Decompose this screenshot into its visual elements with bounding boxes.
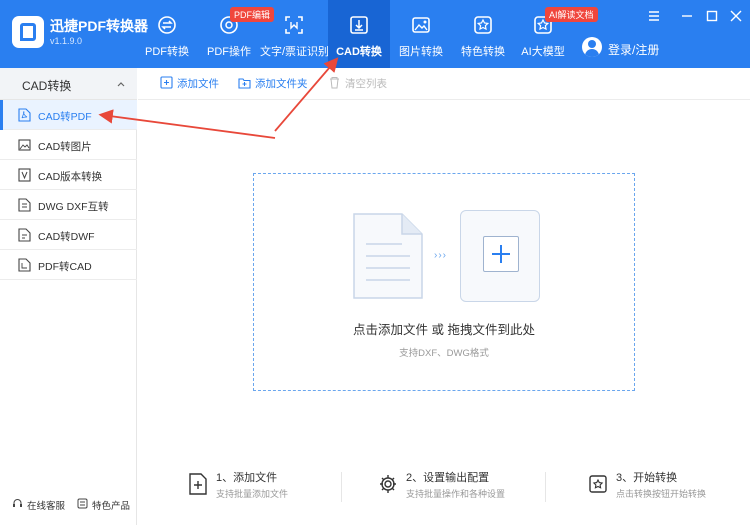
step-divider: [341, 472, 342, 502]
step-title: 3、开始转换: [616, 472, 678, 484]
version-icon: [18, 168, 31, 182]
tab-label: AI大模型: [521, 46, 565, 58]
step-title: 1、添加文件: [216, 472, 278, 484]
convert-icon: [589, 475, 607, 493]
sidebar-item-cad-version[interactable]: CAD版本转换: [0, 160, 137, 190]
tab-label: 特色转换: [461, 46, 505, 58]
clear-list-button[interactable]: 清空列表: [345, 76, 387, 92]
featured-products-link[interactable]: 特色产品: [92, 498, 130, 512]
tab-label: 图片转换: [399, 46, 443, 58]
add-file-button[interactable]: 添加文件: [177, 76, 219, 92]
pdf-convert-icon: [158, 16, 176, 34]
plus-icon: [483, 236, 519, 272]
sidebar-title: CAD转换: [22, 79, 72, 93]
dwg-file-icon: [18, 198, 31, 212]
add-file-box[interactable]: [460, 210, 540, 302]
sidebar-item-label: CAD转DWF: [38, 231, 95, 243]
sidebar-item-cad-to-dwf[interactable]: CAD转DWF: [0, 220, 137, 250]
step-desc: 点击转换按钮开始转换: [616, 489, 707, 499]
drop-zone-formats: 支持DXF、DWG格式: [399, 348, 489, 359]
step-title: 2、设置输出配置: [406, 472, 490, 484]
top-header-bar: 迅捷PDF转换器 v1.1.9.0 PDF转换 PDF操作 文字/票证识别 CA…: [0, 0, 750, 68]
tab-label: PDF操作: [207, 46, 251, 58]
app-version: v1.1.9.0: [50, 36, 83, 46]
avatar[interactable]: [582, 37, 602, 57]
add-folder-icon: [238, 78, 251, 89]
image-file-icon: [18, 139, 31, 151]
maximize-icon[interactable]: [705, 9, 719, 23]
tab-label: CAD转换: [336, 46, 382, 58]
sidebar-item-cad-to-pdf[interactable]: CAD转PDF: [0, 100, 137, 130]
minimize-icon[interactable]: [680, 9, 694, 23]
sidebar: CAD转换 CAD转PDF CAD转图片 CAD版本转换 DWG DXF互转 C…: [0, 68, 137, 525]
headset-icon: [13, 499, 22, 507]
add-file-icon: [189, 473, 207, 495]
tab-image-convert[interactable]: 图片转换: [390, 0, 452, 68]
sidebar-item-label: PDF转CAD: [38, 261, 92, 273]
cad-file-icon: [18, 258, 31, 272]
ai-doc-badge: AI解读文档: [545, 7, 598, 22]
sidebar-item-cad-to-image[interactable]: CAD转图片: [0, 130, 137, 160]
tab-cad-convert[interactable]: CAD转换: [328, 0, 390, 68]
special-convert-icon: [474, 16, 492, 34]
step-desc: 支持批量添加文件: [216, 489, 289, 499]
sidebar-item-label: DWG DXF互转: [38, 201, 109, 213]
tab-label: 文字/票证识别: [260, 46, 330, 58]
sidebar-header[interactable]: CAD转换: [0, 68, 137, 100]
online-support-link[interactable]: 在线客服: [27, 498, 65, 512]
tab-special-convert[interactable]: 特色转换: [452, 0, 514, 68]
trash-icon: [330, 77, 339, 89]
login-register-link[interactable]: 登录/注册: [608, 41, 659, 58]
drop-zone-text: 点击添加文件 或 拖拽文件到此处: [353, 323, 535, 337]
pdf-file-icon: [18, 108, 31, 122]
add-file-icon: [160, 76, 173, 89]
sidebar-item-label: CAD转图片: [38, 141, 92, 153]
sidebar-item-label: CAD转PDF: [38, 111, 92, 123]
tab-pdf-convert[interactable]: PDF转换: [136, 0, 198, 68]
add-folder-button[interactable]: 添加文件夹: [255, 76, 308, 92]
sidebar-item-label: CAD版本转换: [38, 171, 103, 183]
step-desc: 支持批量操作和各种设置: [406, 489, 506, 499]
close-icon[interactable]: [729, 9, 743, 23]
settings-gear-icon: [380, 475, 396, 493]
file-drop-zone[interactable]: ››› 点击添加文件 或 拖拽文件到此处 支持DXF、DWG格式: [253, 173, 635, 391]
toolbar: 添加文件 添加文件夹 清空列表: [138, 68, 750, 100]
menu-icon[interactable]: [647, 9, 661, 23]
chevron-up-icon[interactable]: [117, 80, 125, 88]
app-name: 迅捷PDF转换器: [50, 18, 148, 34]
sidebar-item-dwg-dxf[interactable]: DWG DXF互转: [0, 190, 137, 220]
ocr-icon: [285, 16, 303, 34]
dwf-file-icon: [18, 228, 31, 242]
tab-label: PDF转换: [145, 46, 189, 58]
image-convert-icon: [412, 17, 430, 33]
sidebar-item-pdf-to-cad[interactable]: PDF转CAD: [0, 250, 137, 280]
pdf-edit-badge: PDF编辑: [230, 7, 275, 22]
products-icon: [77, 498, 88, 509]
step-divider: [545, 472, 546, 502]
arrows-icon: ›››: [434, 250, 447, 261]
cad-convert-icon: [350, 16, 368, 34]
document-icon: [353, 213, 423, 299]
app-logo: [12, 16, 44, 48]
